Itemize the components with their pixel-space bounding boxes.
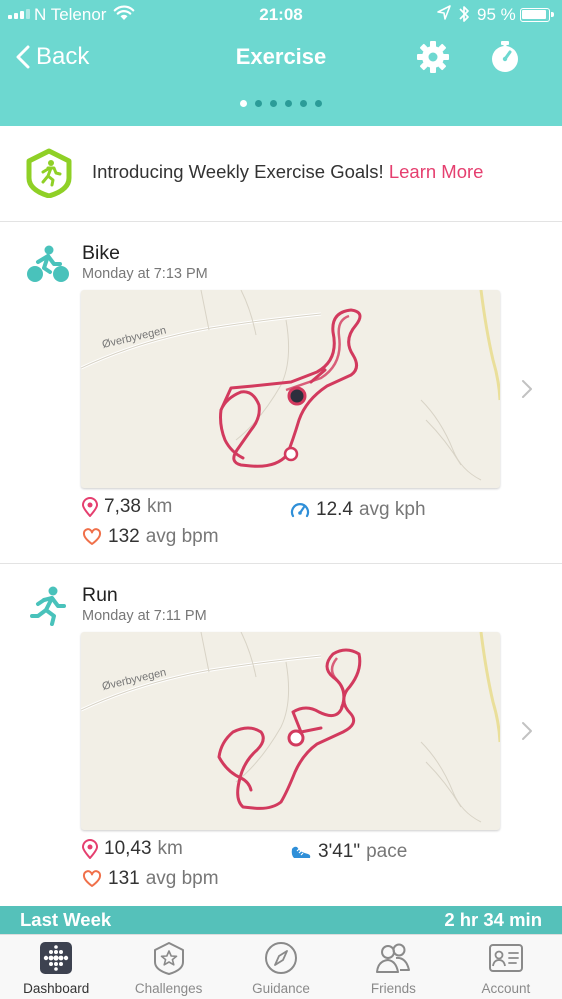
tab-account[interactable]: Account [450,935,562,999]
back-button[interactable]: Back [16,40,89,74]
account-card-icon [488,944,523,972]
status-bar: N Telenor 21:08 95 % [0,0,562,30]
bluetooth-icon [459,6,469,22]
page-dot-1[interactable] [240,100,247,107]
shoe-icon [291,846,311,858]
page-indicator [0,100,562,107]
tab-challenges[interactable]: Challenges [112,935,224,999]
distance-value: 10,43 [104,838,152,859]
stopwatch-icon[interactable] [488,40,522,74]
compass-icon [265,942,298,974]
location-arrow-icon [437,5,451,20]
tab-dashboard[interactable]: Dashboard [0,935,112,999]
app-header: N Telenor 21:08 95 % Back Exercise [0,0,562,126]
exercise-goal-badge-icon [26,148,72,198]
chevron-right-icon[interactable] [520,378,534,400]
battery-percentage: 95 % [477,5,516,24]
gear-icon[interactable] [416,40,450,74]
page-dot-5[interactable] [300,100,307,107]
banner-text: Introducing Weekly Exercise Goals! Learn… [92,161,483,183]
chevron-left-icon [16,45,30,69]
weekly-goals-banner[interactable]: Introducing Weekly Exercise Goals! Learn… [0,126,562,222]
distance-stat: 10,43 km [82,838,183,860]
learn-more-link[interactable]: Learn More [389,161,484,182]
page-dot-4[interactable] [285,100,292,107]
location-pin-icon [82,839,98,859]
speedometer-icon [290,503,310,518]
activity-time: Monday at 7:11 PM [82,608,207,624]
distance-unit: km [146,496,173,517]
tab-label: Guidance [252,981,310,996]
tab-friends[interactable]: Friends [337,935,449,999]
route-map[interactable]: Øverbyvegen [81,290,500,488]
activity-name: Run [82,584,118,606]
heart-rate-stat: 132 avg bpm [82,526,219,548]
page-dot-6[interactable] [315,100,322,107]
pace-stat: 3'41" pace [290,841,407,863]
heart-rate-unit: avg bpm [145,526,219,547]
activity-name: Bike [82,242,120,264]
bike-icon [27,245,69,282]
page-dot-3[interactable] [270,100,277,107]
chevron-right-icon[interactable] [520,720,534,742]
back-label: Back [36,43,90,70]
exercise-card-bike[interactable]: Bike Monday at 7:13 PM Øverbyvegen 7,38 … [0,222,562,564]
route-map-canvas: Øverbyvegen [81,290,500,481]
tab-label: Friends [370,981,416,996]
challenges-icon [153,942,184,975]
speed-stat: 12.4 avg kph [290,499,426,521]
battery-icon [520,8,554,22]
last-week-total: 2 hr 34 min [444,909,542,930]
pace-value: 3'41" [318,841,361,862]
distance-unit: km [157,838,183,859]
tab-guidance[interactable]: Guidance [225,935,337,999]
tab-label: Dashboard [23,981,90,996]
heart-rate-stat: 131 avg bpm [82,868,219,890]
banner-message: Introducing Weekly Exercise Goals! [92,161,384,182]
heart-rate-value: 131 [108,868,140,889]
tab-label: Account [481,981,531,996]
distance-stat: 7,38 km [82,496,172,518]
heart-icon [82,528,102,545]
run-icon [30,586,66,626]
page-dot-2[interactable] [255,100,262,107]
speed-unit: avg kph [358,499,426,520]
heart-rate-value: 132 [108,526,140,547]
distance-value: 7,38 [104,496,141,517]
speed-value: 12.4 [316,499,353,520]
route-map[interactable]: Øverbyvegen [81,632,500,830]
pace-unit: pace [366,841,408,862]
last-week-label: Last Week [20,909,112,930]
last-week-summary[interactable]: Last Week 2 hr 34 min [0,906,562,934]
exercise-card-run[interactable]: Run Monday at 7:11 PM Øverbyvegen 10,43 … [0,564,562,906]
activity-time: Monday at 7:13 PM [82,266,208,282]
tab-bar: Dashboard Challenges Guidance Friends Ac… [0,934,562,999]
route-map-canvas: Øverbyvegen [81,632,500,823]
heart-icon [82,870,102,887]
friends-icon [376,943,411,973]
dashboard-icon [40,942,73,974]
tab-label: Challenges [134,981,203,996]
heart-rate-unit: avg bpm [145,868,219,889]
location-pin-icon [82,497,98,517]
